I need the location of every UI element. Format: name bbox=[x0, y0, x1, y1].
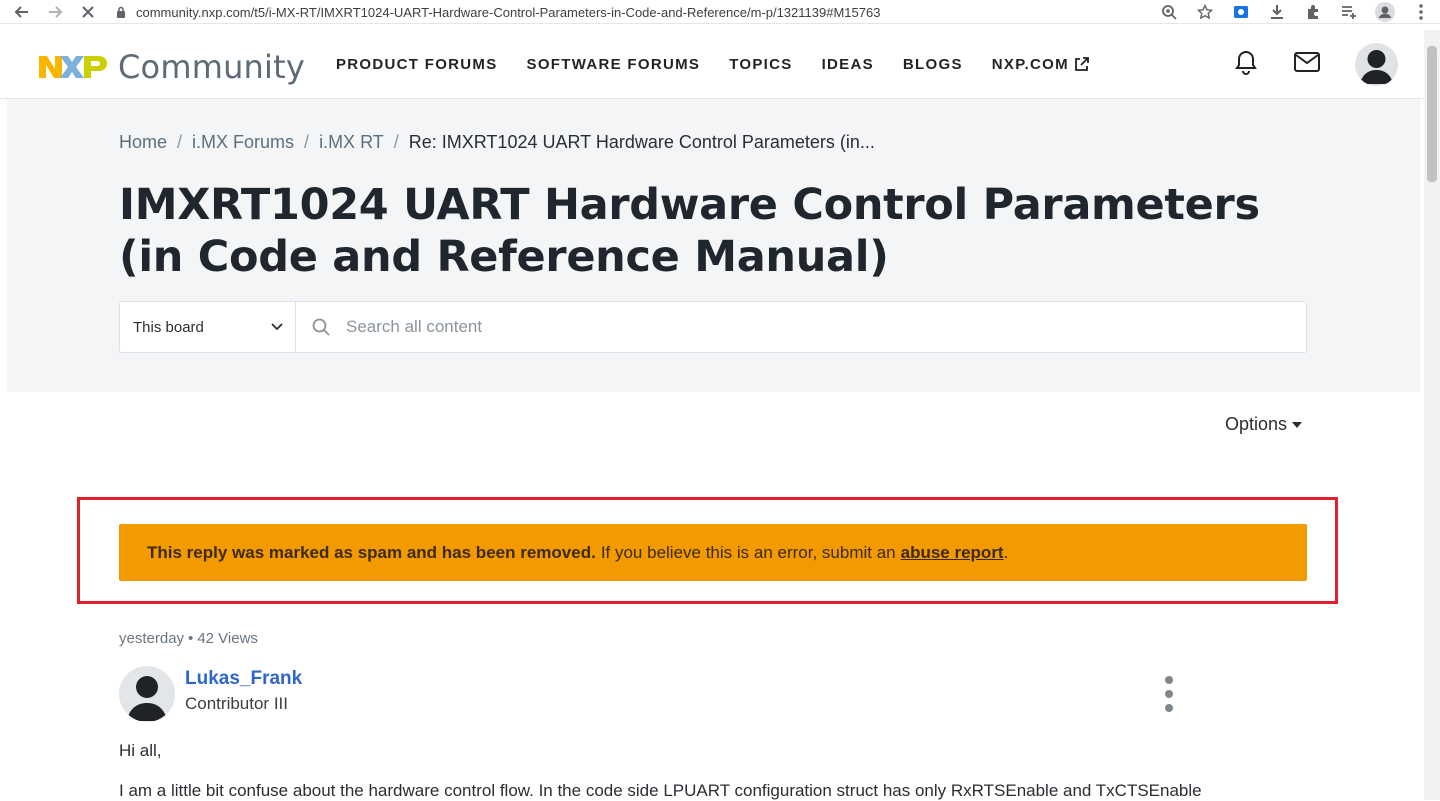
breadcrumb-imx-forums[interactable]: i.MX Forums bbox=[192, 132, 294, 153]
search-scope-select[interactable]: This board bbox=[120, 302, 296, 352]
search-scope-label: This board bbox=[133, 318, 204, 336]
nav-nxp-com-label: NXP.COM bbox=[991, 56, 1069, 73]
spam-notice-end: . bbox=[1003, 542, 1009, 562]
author-rank: Contributor III bbox=[185, 694, 288, 713]
screenshot-extension-icon[interactable] bbox=[1230, 2, 1252, 22]
breadcrumb-home[interactable]: Home bbox=[119, 132, 167, 153]
post-views: 42 Views bbox=[197, 630, 258, 647]
back-arrow-icon[interactable] bbox=[12, 2, 32, 22]
profile-icon[interactable] bbox=[1374, 2, 1396, 22]
nav-nxp-com[interactable]: NXP.COM bbox=[992, 56, 1089, 73]
user-avatar[interactable] bbox=[1355, 43, 1398, 86]
download-icon[interactable] bbox=[1266, 2, 1288, 22]
post-time: yesterday bbox=[119, 630, 185, 647]
reading-list-icon[interactable] bbox=[1338, 2, 1360, 22]
spam-notice-banner: This reply was marked as spam and has be… bbox=[119, 524, 1307, 581]
post-body: I am a little bit confuse about the hard… bbox=[119, 781, 1202, 800]
lock-icon bbox=[117, 6, 125, 18]
abuse-report-link[interactable]: abuse report bbox=[901, 543, 1004, 563]
caret-down-icon bbox=[1292, 421, 1303, 428]
zoom-icon[interactable] bbox=[1158, 2, 1180, 22]
options-label: Options bbox=[1225, 414, 1288, 434]
meta-dot: • bbox=[188, 630, 194, 647]
options-dropdown[interactable]: Options bbox=[1225, 414, 1303, 435]
main-nav: PRODUCT FORUMS SOFTWARE FORUMS TOPICS ID… bbox=[336, 56, 1089, 73]
page-scrollbar[interactable] bbox=[1424, 30, 1440, 800]
stop-loading-icon[interactable] bbox=[78, 2, 98, 22]
nav-blogs[interactable]: BLOGS bbox=[903, 56, 963, 73]
notifications-bell-icon[interactable] bbox=[1233, 49, 1259, 80]
search-input[interactable] bbox=[346, 317, 1046, 337]
post-author: Lukas_Frank Contributor III bbox=[119, 666, 302, 722]
search-icon bbox=[312, 318, 330, 336]
breadcrumb-imx-rt[interactable]: i.MX RT bbox=[319, 132, 384, 153]
chevron-down-icon bbox=[271, 323, 283, 331]
author-avatar[interactable] bbox=[119, 666, 175, 722]
breadcrumb-separator: / bbox=[177, 132, 183, 152]
page-title: IMXRT1024 UART Hardware Control Paramete… bbox=[119, 180, 1260, 282]
breadcrumb-current: Re: IMXRT1024 UART Hardware Control Para… bbox=[408, 132, 875, 152]
browser-menu-icon[interactable] bbox=[1410, 2, 1432, 22]
post-greeting: Hi all, bbox=[119, 741, 162, 760]
user-silhouette-icon bbox=[1360, 50, 1393, 84]
url-text: community.nxp.com/t5/i-MX-RT/IMXRT1024-U… bbox=[136, 4, 881, 20]
extensions-puzzle-icon[interactable] bbox=[1302, 2, 1324, 22]
nxp-community-logo[interactable]: Community bbox=[38, 48, 305, 86]
search-bar: This board bbox=[119, 301, 1307, 353]
spam-notice-bold: This reply was marked as spam and has be… bbox=[147, 542, 596, 562]
author-name-link[interactable]: Lukas_Frank bbox=[185, 668, 302, 690]
address-bar[interactable]: community.nxp.com/t5/i-MX-RT/IMXRT1024-U… bbox=[116, 2, 880, 22]
post-meta: yesterday • 42 Views bbox=[119, 630, 258, 647]
scrollbar-thumb[interactable] bbox=[1427, 46, 1437, 182]
breadcrumb-separator: / bbox=[393, 132, 399, 152]
nav-product-forums[interactable]: PRODUCT FORUMS bbox=[336, 56, 498, 73]
forward-arrow-icon[interactable] bbox=[45, 2, 65, 22]
breadcrumb: Home / i.MX Forums / i.MX RT / Re: IMXRT… bbox=[119, 132, 875, 153]
breadcrumb-separator: / bbox=[304, 132, 310, 152]
browser-toolbar: community.nxp.com/t5/i-MX-RT/IMXRT1024-U… bbox=[0, 0, 1440, 24]
page-hero: Home / i.MX Forums / i.MX RT / Re: IMXRT… bbox=[7, 99, 1420, 392]
nav-software-forums[interactable]: SOFTWARE FORUMS bbox=[527, 56, 701, 73]
nav-ideas[interactable]: IDEAS bbox=[822, 56, 874, 73]
spam-notice-text: If you believe this is an error, submit … bbox=[600, 542, 896, 562]
user-silhouette-icon bbox=[127, 676, 167, 721]
bookmark-star-icon[interactable] bbox=[1194, 2, 1216, 22]
logo-text: Community bbox=[118, 48, 306, 86]
site-header: Community PRODUCT FORUMS SOFTWARE FORUMS… bbox=[0, 30, 1424, 99]
post-options-kebab-icon[interactable] bbox=[1163, 676, 1175, 712]
nav-topics[interactable]: TOPICS bbox=[729, 56, 792, 73]
messages-envelope-icon[interactable] bbox=[1293, 51, 1321, 78]
external-link-icon bbox=[1075, 57, 1089, 71]
nxp-logo-mark bbox=[39, 56, 107, 78]
